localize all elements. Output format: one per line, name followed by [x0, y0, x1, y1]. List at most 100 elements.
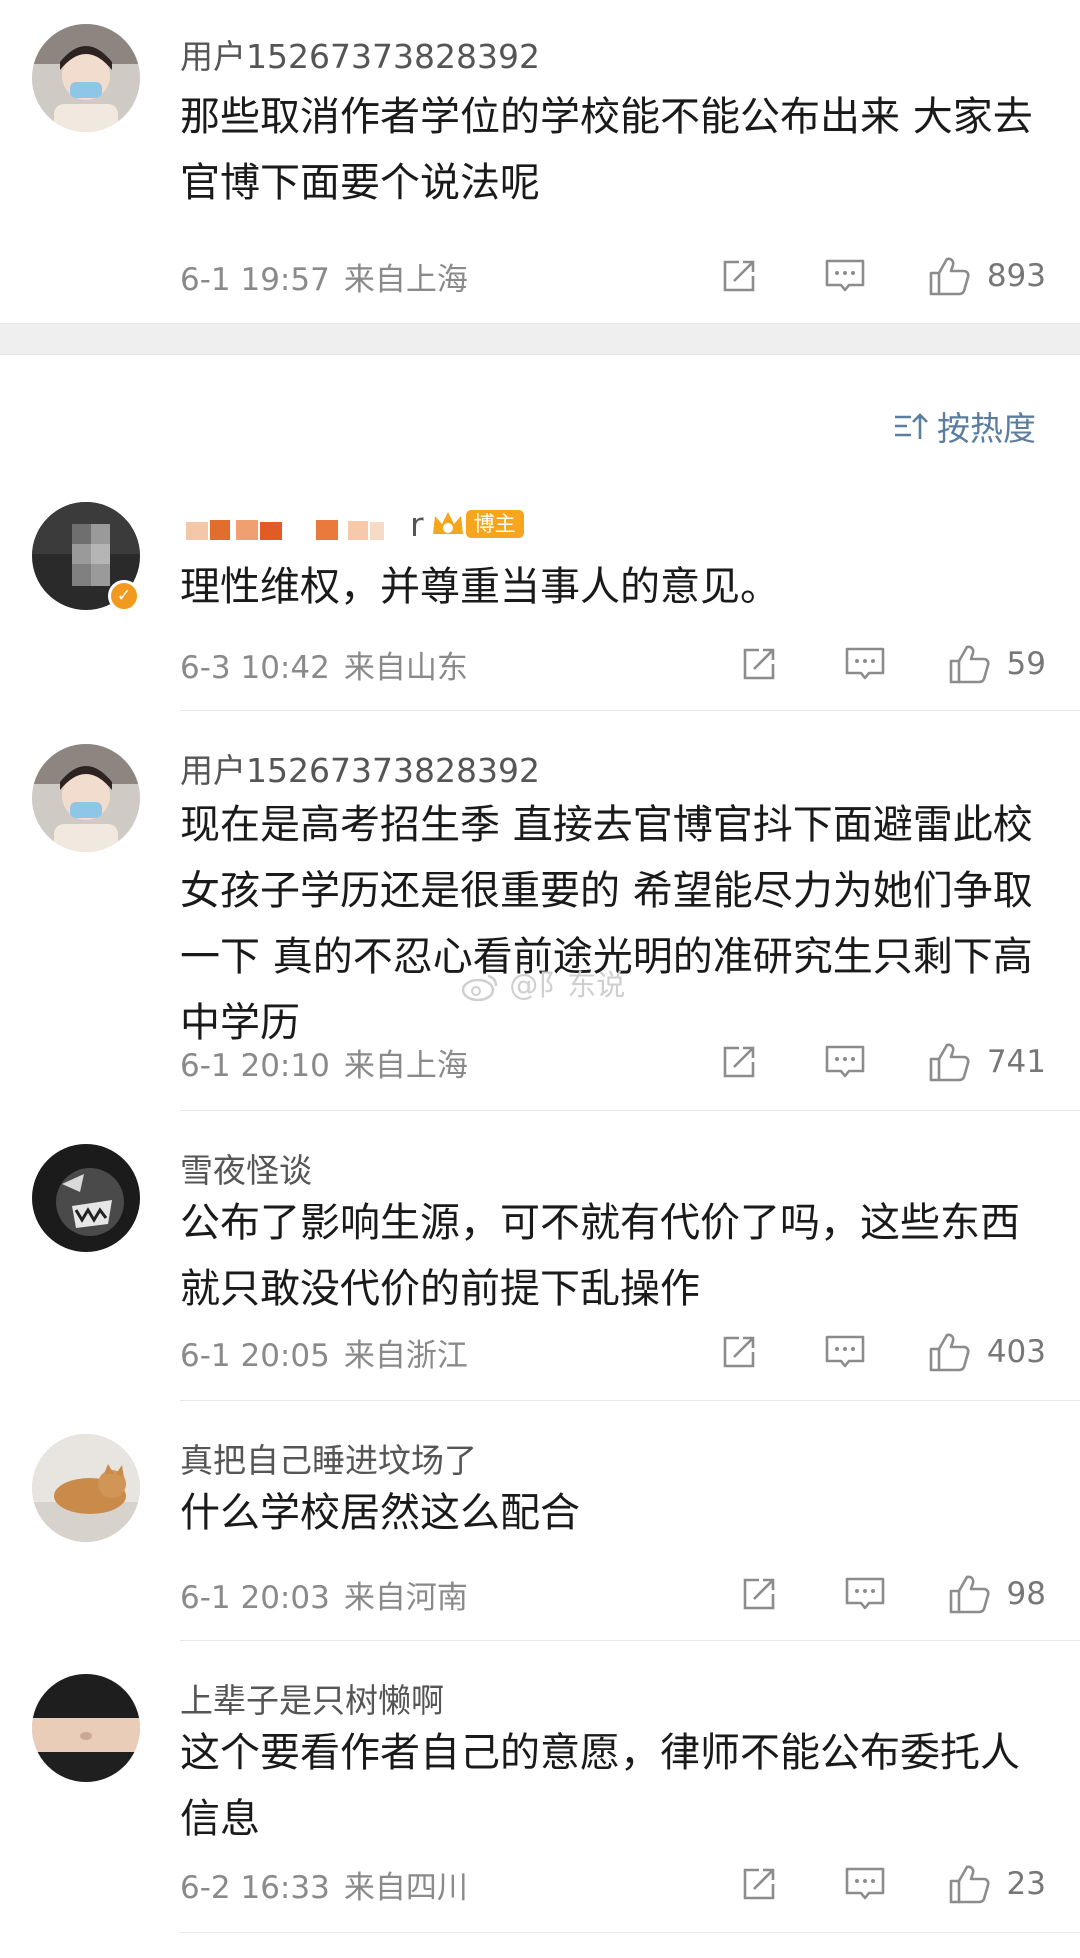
username[interactable]: 真把自己睡进坟场了 — [180, 1434, 477, 1482]
ip-location: 来自河南 — [343, 1580, 468, 1616]
share-button[interactable] — [715, 1042, 763, 1082]
comment-actions: 403 — [715, 1327, 1046, 1377]
like-button[interactable]: 403 — [927, 1330, 1046, 1374]
timestamp: 6-2 16:33 — [180, 1870, 330, 1906]
thumbs-up-icon — [947, 642, 991, 686]
like-button[interactable]: 741 — [927, 1040, 1046, 1084]
divider — [180, 1640, 1080, 1641]
comment-actions: 23 — [735, 1859, 1046, 1909]
ip-location: 来自山东 — [343, 650, 468, 686]
share-icon — [719, 256, 759, 296]
like-button[interactable]: 59 — [947, 642, 1046, 686]
avatar[interactable] — [32, 24, 140, 132]
badge-label: 博主 — [465, 510, 524, 538]
thumbs-up-icon — [947, 1862, 991, 1906]
timestamp: 6-1 20:03 — [180, 1580, 330, 1616]
divider — [180, 1932, 1080, 1933]
comment-icon — [843, 1864, 887, 1904]
comment-icon — [843, 1574, 887, 1614]
timestamp: 6-3 10:42 — [180, 650, 330, 686]
comment-text: 这个要看作者自己的意愿，律师不能公布委托人信息 — [180, 1730, 1020, 1842]
share-icon — [739, 1864, 779, 1904]
divider — [180, 710, 1080, 711]
blurred-name-image — [186, 520, 384, 540]
comment-icon — [823, 1042, 867, 1082]
thumbs-up-icon — [927, 1330, 971, 1374]
timestamp: 6-1 20:10 — [180, 1048, 330, 1084]
like-count: 403 — [986, 1334, 1046, 1370]
like-button[interactable]: 893 — [927, 254, 1046, 298]
reply-button[interactable] — [841, 1574, 889, 1614]
share-icon — [719, 1042, 759, 1082]
section-separator — [0, 323, 1080, 355]
comment-text: 现在是高考招生季 直接去官博官抖下面避雷此校 女孩子学历还是很重要的 希望能尽力… — [180, 802, 1033, 1046]
ip-location: 来自上海 — [343, 1048, 468, 1084]
weibo-logo-icon — [461, 974, 498, 1002]
thumbs-up-icon — [947, 1572, 991, 1616]
like-count: 741 — [986, 1044, 1046, 1080]
like-count: 98 — [1006, 1576, 1046, 1612]
comment-actions: 98 — [735, 1569, 1046, 1619]
watermark: @阝东说 — [460, 962, 625, 1004]
blogger-badge: 博主 — [430, 508, 524, 540]
comment-icon — [843, 644, 887, 684]
ip-location: 来自上海 — [343, 262, 468, 298]
share-icon — [739, 1574, 779, 1614]
username[interactable]: 雪夜怪谈 — [180, 1144, 312, 1192]
comment-icon — [823, 1332, 867, 1372]
comment-meta: 6-1 20:05 来自浙江 — [180, 1330, 468, 1375]
ip-location: 来自四川 — [343, 1870, 468, 1906]
comment-text: 公布了影响生源，可不就有代价了吗，这些东西就只敢没代价的前提下乱操作 — [180, 1200, 1020, 1312]
avatar[interactable] — [32, 744, 140, 852]
crown-icon — [432, 512, 463, 534]
comment-text: 理性维权，并尊重当事人的意见。 — [180, 564, 780, 610]
like-count: 893 — [986, 258, 1046, 294]
username[interactable]: r 博主 — [180, 504, 524, 544]
avatar[interactable] — [32, 1144, 140, 1252]
thumbs-up-icon — [927, 1040, 971, 1084]
comment-meta: 6-1 20:10 来自上海 — [180, 1040, 468, 1085]
share-icon — [719, 1332, 759, 1372]
username-visible-part: r — [410, 504, 424, 544]
like-button[interactable]: 98 — [947, 1572, 1046, 1616]
comment-meta: 6-2 16:33 来自四川 — [180, 1862, 468, 1907]
watermark-text: @阝东说 — [509, 968, 626, 1002]
reply-button[interactable] — [821, 256, 869, 296]
username[interactable]: 用户15267373828392 — [180, 744, 540, 792]
avatar[interactable] — [32, 1674, 140, 1782]
sort-icon — [895, 413, 928, 439]
comment-text: 那些取消作者学位的学校能不能公布出来 大家去官博下面要个说法呢 — [180, 94, 1033, 206]
share-icon — [739, 644, 779, 684]
like-button[interactable]: 23 — [947, 1862, 1046, 1906]
share-button[interactable] — [715, 256, 763, 296]
verified-icon: ✓ — [108, 580, 140, 612]
ip-location: 来自浙江 — [343, 1338, 468, 1374]
avatar[interactable] — [32, 1434, 140, 1542]
comment-meta: 6-1 19:57 来自上海 — [180, 254, 468, 299]
comment-meta: 6-1 20:03 来自河南 — [180, 1572, 468, 1617]
sort-label: 按热度 — [937, 409, 1036, 448]
like-count: 59 — [1006, 646, 1046, 682]
divider — [180, 1110, 1080, 1111]
share-button[interactable] — [735, 1864, 783, 1904]
comment-text: 什么学校居然这么配合 — [180, 1490, 580, 1536]
divider — [180, 1400, 1080, 1401]
comment-actions: 59 — [735, 639, 1046, 689]
comment-icon — [823, 256, 867, 296]
share-button[interactable] — [735, 1574, 783, 1614]
sort-by-hot-button[interactable]: 按热度 — [893, 402, 1036, 450]
comment-actions: 741 — [715, 1037, 1046, 1087]
comment-actions: 893 — [715, 251, 1046, 301]
timestamp: 6-1 20:05 — [180, 1338, 330, 1374]
reply-button[interactable] — [841, 644, 889, 684]
thumbs-up-icon — [927, 254, 971, 298]
reply-button[interactable] — [841, 1864, 889, 1904]
username[interactable]: 用户15267373828392 — [180, 30, 540, 78]
username[interactable]: 上辈子是只树懒啊 — [180, 1674, 444, 1722]
share-button[interactable] — [715, 1332, 763, 1372]
reply-button[interactable] — [821, 1332, 869, 1372]
share-button[interactable] — [735, 644, 783, 684]
reply-button[interactable] — [821, 1042, 869, 1082]
like-count: 23 — [1006, 1866, 1046, 1902]
comment-meta: 6-3 10:42 来自山东 — [180, 642, 468, 687]
